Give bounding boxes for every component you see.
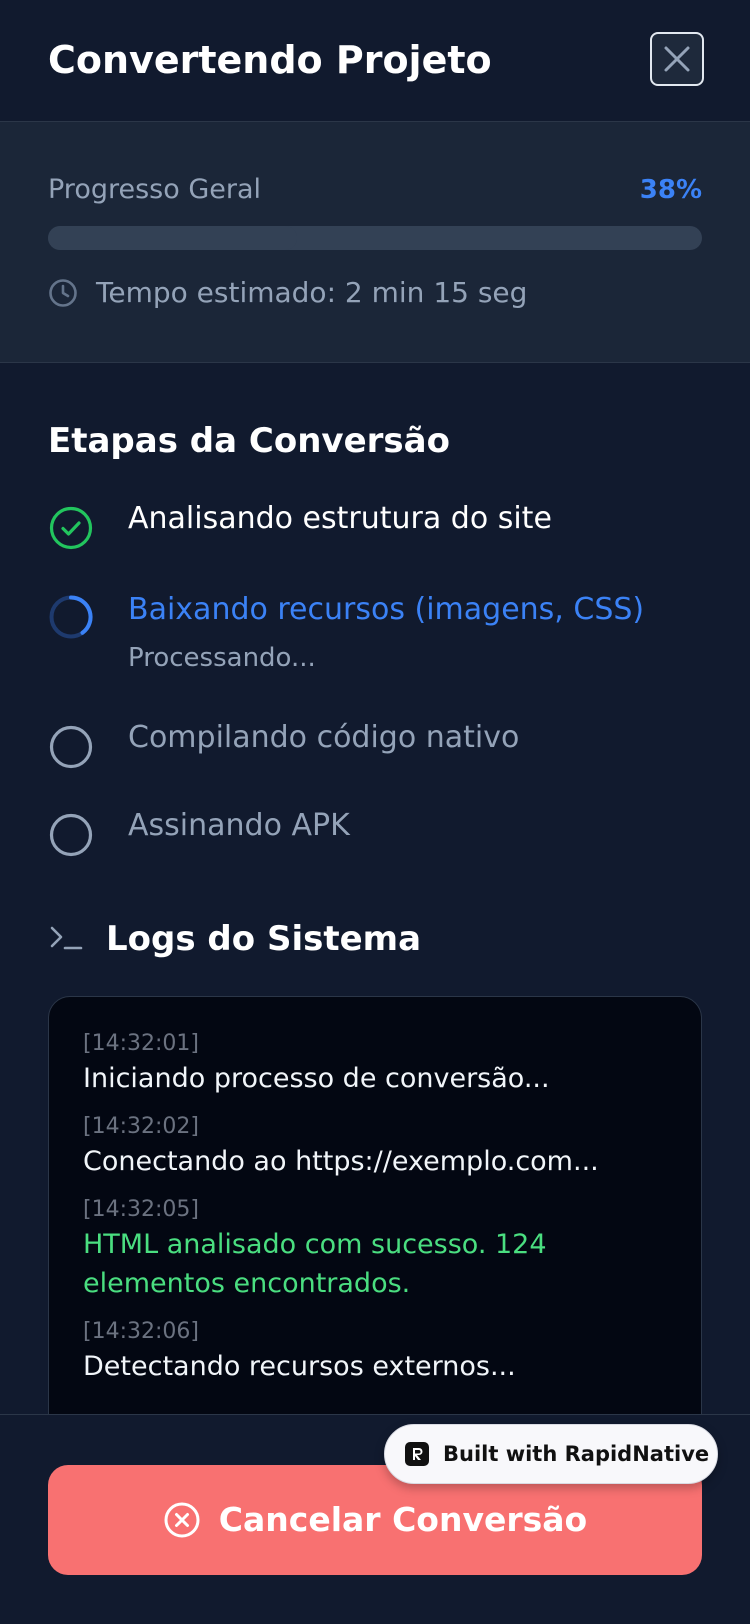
step-label: Compilando código nativo xyxy=(128,720,520,755)
progress-bar-fill xyxy=(48,226,297,250)
log-message: HTML analisado com sucesso. 124 elemento… xyxy=(83,1229,547,1299)
log-timestamp: [14:32:05] xyxy=(83,1197,199,1222)
spinner-icon xyxy=(49,595,93,639)
log-message: Detectando recursos externos... xyxy=(83,1351,516,1382)
step-status-text: Processando... xyxy=(128,643,316,673)
conversion-screen: Convertendo Projeto Progresso Geral 38% … xyxy=(0,0,750,1624)
log-timestamp: [14:32:02] xyxy=(83,1114,199,1139)
close-button[interactable] xyxy=(650,32,704,86)
empty-circle-icon xyxy=(49,725,93,769)
log-entry: [14:32:02] Conectando ao https://exemplo… xyxy=(83,1112,673,1181)
eta-row: Tempo estimado: 2 min 15 seg xyxy=(48,274,527,312)
progress-bar xyxy=(48,226,702,250)
step-item-downloading: Baixando recursos (imagens, CSS) Process… xyxy=(48,592,644,676)
header: Convertendo Projeto xyxy=(0,0,750,122)
x-circle-icon xyxy=(164,1502,200,1538)
log-message: Conectando ao https://exemplo.com... xyxy=(83,1146,599,1177)
log-entry: [14:32:01] Iniciando processo de convers… xyxy=(83,1029,673,1098)
progress-label: Progresso Geral xyxy=(48,174,262,205)
logs-header: Logs do Sistema xyxy=(48,916,421,962)
log-timestamp: [14:32:01] xyxy=(83,1031,199,1056)
step-item-compiling: Compilando código nativo xyxy=(48,720,519,770)
progress-section: Progresso Geral 38% Tempo estimado: 2 mi… xyxy=(0,122,750,363)
badge-text: Built with RapidNative xyxy=(443,1442,710,1466)
progress-percent: 38% xyxy=(639,175,702,205)
log-message: Iniciando processo de conversão... xyxy=(83,1063,550,1094)
log-timestamp: [14:32:06] xyxy=(83,1319,199,1344)
rapidnative-logo-icon xyxy=(405,1442,429,1466)
cancel-button-label: Cancelar Conversão xyxy=(218,1500,588,1539)
terminal-icon xyxy=(50,926,83,950)
step-item-analyzing: Analisando estrutura do site xyxy=(48,501,552,551)
page-title: Convertendo Projeto xyxy=(48,38,492,82)
built-with-badge[interactable]: Built with RapidNative xyxy=(384,1424,718,1484)
step-label: Analisando estrutura do site xyxy=(128,501,552,536)
close-icon xyxy=(664,46,690,72)
log-list: [14:32:01] Iniciando processo de convers… xyxy=(83,1029,673,1400)
clock-icon xyxy=(49,279,77,307)
logs-title: Logs do Sistema xyxy=(106,919,422,959)
step-label: Assinando APK xyxy=(128,808,350,843)
check-circle-icon xyxy=(49,506,93,550)
eta-text: Tempo estimado: 2 min 15 seg xyxy=(96,276,528,309)
log-entry: [14:32:05] HTML analisado com sucesso. 1… xyxy=(83,1195,673,1303)
log-entry: [14:32:06] Detectando recursos externos.… xyxy=(83,1317,673,1386)
steps-title: Etapas da Conversão xyxy=(48,421,450,461)
step-label: Baixando recursos (imagens, CSS) xyxy=(128,592,645,627)
empty-circle-icon xyxy=(49,813,93,857)
step-item-signing: Assinando APK xyxy=(48,808,350,858)
logs-panel[interactable]: [14:32:01] Iniciando processo de convers… xyxy=(48,996,702,1476)
